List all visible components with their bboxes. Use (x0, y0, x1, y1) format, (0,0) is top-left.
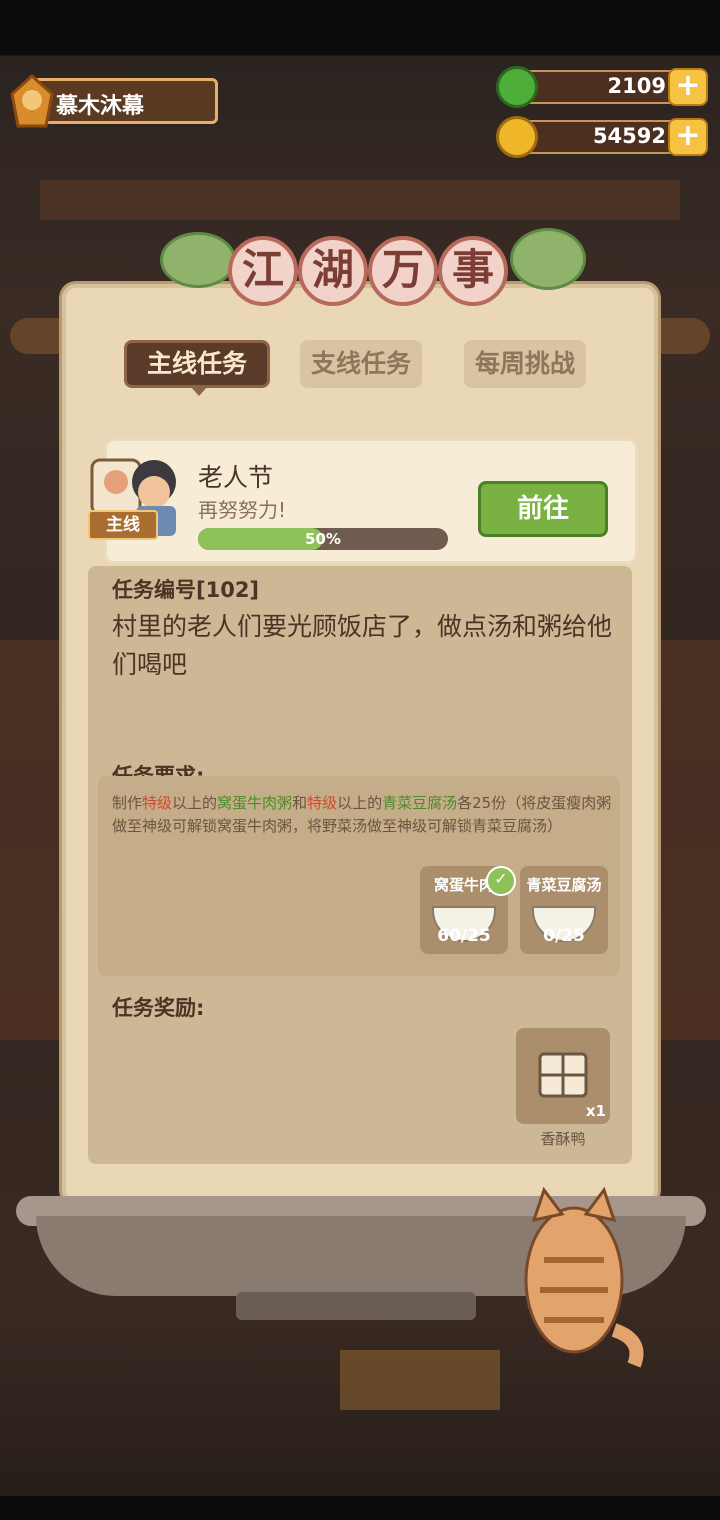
requirement-text-part: 和 (292, 794, 308, 812)
requirement-text-part: 以上的 (172, 794, 218, 812)
coin-resource: 54592 + (496, 116, 708, 158)
task-subtitle: 再努努力! (198, 498, 287, 522)
dish-item[interactable]: 窝蛋牛肉 60/25 ✓ (420, 866, 516, 954)
background-shelf (40, 180, 680, 220)
title-char: 事 (438, 236, 508, 306)
background-wall-left (0, 640, 70, 1040)
jade-resource: 2109 + (496, 66, 708, 108)
main-quest-badge: 主线 (88, 510, 158, 540)
background-wall-right (660, 640, 720, 1040)
leaf-right-decoration (510, 228, 586, 290)
market-sign (340, 1350, 500, 1410)
reward-item[interactable]: x1 (516, 1028, 610, 1124)
requirement-text-part: 特级 (142, 794, 173, 812)
go-button[interactable]: 前往 (478, 481, 608, 537)
tab-side-quest[interactable]: 支线任务 (300, 340, 422, 388)
reward-name: 香酥鸭 (540, 1130, 586, 1148)
check-icon: ✓ (486, 866, 516, 896)
player-name: 慕木沐幕 (56, 94, 145, 119)
task-description: 村里的老人们要光顾饭店了，做点汤和粥给他们喝吧 (112, 612, 613, 679)
requirement-text-part: 制作 (112, 794, 143, 812)
system-nav-bar (0, 1496, 720, 1520)
add-coin-button[interactable]: + (668, 118, 708, 156)
requirement-text-part: 特级 (307, 794, 338, 812)
title-char: 湖 (298, 236, 368, 306)
dish-item[interactable]: 青菜豆腐汤 0/25 (520, 866, 608, 954)
jade-value: 2109 (607, 74, 666, 98)
title-char: 万 (368, 236, 438, 306)
coin-icon (496, 116, 538, 158)
scroll-icon (538, 1052, 588, 1098)
task-progress-bar: 50% (198, 528, 448, 550)
jade-icon (496, 66, 538, 108)
bowl-foot (236, 1292, 476, 1320)
player-avatar-icon (10, 73, 54, 128)
requirement-text-part: 窝蛋牛肉粥 (217, 794, 293, 812)
requirements-text: 制作特级以上的窝蛋牛肉粥和特级以上的青菜豆腐汤各25份（将皮蛋瘦肉粥做至神级可解… (112, 792, 612, 838)
reward-count: x1 (585, 1102, 606, 1120)
rewards-label: 任务奖励: (112, 996, 205, 1020)
panel-title-banner: 江 湖 万 事 (160, 226, 586, 316)
task-name: 老人节 (198, 463, 274, 492)
task-progress-label: 50% (305, 530, 341, 548)
dish-count: 0/25 (543, 926, 585, 946)
dish-name: 青菜豆腐汤 (526, 876, 602, 894)
leaf-left-decoration (160, 232, 236, 288)
tab-weekly-challenge[interactable]: 每周挑战 (464, 340, 586, 388)
tab-main-quest[interactable]: 主线任务 (124, 340, 270, 388)
add-jade-button[interactable]: + (668, 68, 708, 106)
requirement-text-part: 以上的 (337, 794, 383, 812)
task-number: 任务编号[102] (112, 578, 260, 602)
requirement-text-part: 青菜豆腐汤 (382, 794, 458, 812)
coin-value: 54592 (592, 124, 666, 148)
cat-icon (524, 1186, 644, 1368)
tab-pointer (190, 386, 208, 396)
dish-count: 60/25 (437, 926, 491, 946)
title-char: 江 (228, 236, 298, 306)
player-info[interactable]: 慕木沐幕 (6, 72, 218, 130)
